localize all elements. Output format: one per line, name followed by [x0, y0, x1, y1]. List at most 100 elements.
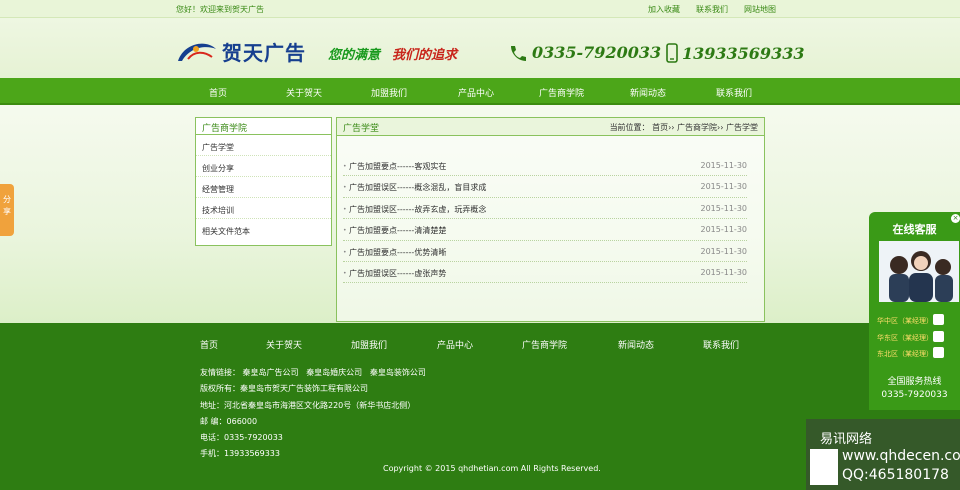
bullet-icon: •: [343, 205, 347, 213]
article-title[interactable]: 广告加盟误区------虚张声势: [349, 268, 446, 279]
sidebar: 广告商学院 广告学堂 创业分享 经营管理 技术培训 相关文件范本: [195, 117, 332, 246]
article-date: 2015-11-30: [700, 267, 748, 277]
article-title[interactable]: 广告加盟要点------客观实在: [349, 161, 446, 172]
top-bar: 您好！欢迎来到贺天广告 加入收藏 联系我们 网站地图: [0, 0, 960, 18]
watermark-qq: QQ:465180178: [842, 467, 949, 483]
footer-nav-academy[interactable]: 广告商学院: [522, 338, 567, 351]
article-title[interactable]: 广告加盟要点------优势清晰: [349, 247, 446, 258]
list-item[interactable]: • 广告加盟要点------优势清晰 2015-11-30: [343, 241, 747, 262]
mobile: 手机：13933569333: [200, 449, 280, 458]
footer-nav-about[interactable]: 关于贺天: [266, 338, 302, 351]
main-nav: 首页 关于贺天 加盟我们 产品中心 广告商学院 新闻动态 联系我们: [0, 78, 960, 105]
sidebar-title: 广告商学院: [196, 118, 331, 135]
contact-link[interactable]: 联系我们: [696, 4, 728, 15]
article-date: 2015-11-30: [700, 161, 748, 170]
nav-academy[interactable]: 广告商学院: [539, 86, 584, 99]
address: 地址：河北省秦皇岛市海港区文化路220号（新华书店北侧）: [200, 401, 416, 410]
bullet-icon: •: [343, 163, 347, 170]
slogan: 您的满意 我们的追求: [328, 44, 457, 63]
copyright: Copyright © 2015 qhdhetian.com All Right…: [383, 464, 601, 473]
sitemap-link[interactable]: 网站地图: [744, 4, 776, 15]
nav-about[interactable]: 关于贺天: [286, 86, 322, 99]
list-item[interactable]: • 广告加盟要点------清清楚楚 2015-11-30: [343, 219, 747, 241]
article-date: 2015-11-30: [700, 203, 748, 213]
sidebar-item-ad-class[interactable]: 广告学堂: [196, 135, 331, 156]
slogan-part-2: 我们的追求: [392, 48, 458, 63]
sidebar-item-templates[interactable]: 相关文件范本: [196, 219, 331, 240]
nav-news[interactable]: 新闻动态: [630, 86, 666, 99]
bullet-icon: •: [343, 227, 347, 235]
list-item[interactable]: • 广告加盟误区------故弄玄虚，玩弄概念 2015-11-30: [343, 198, 748, 220]
bullet-icon: •: [343, 184, 347, 192]
service-item-label: 东北区（某经理）: [877, 350, 933, 358]
nav-home[interactable]: 首页: [209, 86, 227, 99]
welcome-text: 您好！欢迎来到贺天广告: [176, 5, 264, 14]
bullet-icon: •: [343, 269, 347, 277]
header: 贺天广告 您的满意 我们的追求 0335-7920033 13933569333: [0, 18, 960, 78]
service-item-northeast[interactable]: 东北区（某经理）: [877, 347, 944, 359]
phone-number: 0335-7920033: [532, 43, 662, 62]
watermark: 易讯网络 www.qhdecen.com QQ:465180178: [806, 419, 960, 490]
qq-icon[interactable]: [933, 314, 944, 325]
list-item[interactable]: • 广告加盟要点------客观实在 2015-11-30: [343, 155, 748, 177]
friend-link[interactable]: 秦皇岛婚庆公司: [306, 368, 362, 377]
footer-nav-join[interactable]: 加盟我们: [351, 338, 387, 351]
article-date: 2015-11-30: [700, 182, 748, 192]
article-title[interactable]: 广告加盟误区------故弄玄虚，玩弄概念: [349, 204, 486, 215]
article-title[interactable]: 广告加盟误区------概念混乱，盲目求成: [349, 182, 486, 193]
hotline-number: 0335-7920033: [881, 390, 948, 400]
friend-link[interactable]: 秦皇岛广告公司: [243, 368, 299, 377]
content-header: 广告学堂 当前位置： 首页›› 广告商学院›› 广告学堂: [337, 118, 764, 136]
logo[interactable]: 贺天广告: [176, 37, 306, 66]
article-list: • 广告加盟要点------客观实在 2015-11-30 • 广告加盟误区--…: [343, 155, 748, 284]
content-panel: 广告学堂 当前位置： 首页›› 广告商学院›› 广告学堂 • 广告加盟要点---…: [336, 117, 765, 322]
nav-contact[interactable]: 联系我们: [716, 86, 752, 99]
mobile-display: 13933569333: [666, 43, 804, 63]
service-item-central[interactable]: 华中区（某经理）: [877, 314, 944, 326]
watermark-name: 易讯网络: [820, 432, 873, 447]
friend-links-label: 友情链接：: [200, 368, 240, 377]
phone-display: 0335-7920033: [508, 43, 661, 62]
online-service-panel: 在线客服 华中区（某经理） 华东区（某经理） 东北区（某经理） 全国服务热线 0…: [869, 212, 960, 410]
mobile-number: 13933569333: [682, 43, 805, 63]
sidebar-item-startup-share[interactable]: 创业分享: [196, 156, 331, 177]
footer-nav-products[interactable]: 产品中心: [437, 338, 473, 351]
nav-products[interactable]: 产品中心: [458, 86, 494, 99]
add-favorite-link[interactable]: 加入收藏: [648, 4, 680, 15]
slogan-part-1: 您的满意: [328, 48, 381, 63]
article-title[interactable]: 广告加盟要点------清清楚楚: [349, 225, 446, 236]
hotline-label: 全国服务热线: [887, 377, 942, 387]
breadcrumb: 当前位置： 首页›› 广告商学院›› 广告学堂: [609, 123, 758, 132]
footer-nav-news[interactable]: 新闻动态: [618, 338, 654, 351]
qq-icon[interactable]: [933, 347, 944, 358]
logo-text: 贺天广告: [222, 41, 306, 65]
phone-icon: [511, 45, 526, 61]
customer-service-image-icon: [879, 241, 959, 302]
content-title: 广告学堂: [343, 124, 380, 134]
postcode: 邮 编：066000: [200, 417, 258, 426]
sidebar-item-management[interactable]: 经营管理: [196, 177, 331, 198]
service-item-east[interactable]: 华东区（某经理）: [877, 331, 944, 343]
bullet-icon: •: [343, 248, 347, 256]
watermark-url: www.qhdecen.com: [842, 448, 960, 464]
logo-mark-icon: [178, 43, 216, 61]
nav-join[interactable]: 加盟我们: [371, 86, 407, 99]
service-item-label: 华东区（某经理）: [877, 334, 933, 342]
footer-nav-contact[interactable]: 联系我们: [703, 338, 739, 351]
mobile-phone-icon: [666, 43, 678, 63]
sidebar-item-training[interactable]: 技术培训: [196, 198, 331, 219]
list-item[interactable]: • 广告加盟误区------虚张声势 2015-11-30: [343, 262, 748, 284]
telephone: 电话：0335-7920033: [200, 433, 283, 442]
close-icon[interactable]: ×: [951, 214, 960, 223]
service-hotline: 全国服务热线 0335-7920033: [869, 376, 960, 402]
qr-code-icon: [810, 449, 838, 485]
share-tab[interactable]: 分享: [0, 184, 14, 236]
qq-icon[interactable]: [933, 331, 944, 342]
list-item[interactable]: • 广告加盟误区------概念混乱，盲目求成 2015-11-30: [343, 176, 748, 198]
service-item-label: 华中区（某经理）: [877, 317, 933, 325]
top-links: 加入收藏 联系我们 网站地图: [648, 4, 776, 15]
share-label: 分享: [3, 195, 11, 216]
copyright-owner: 版权所有：秦皇岛市贺天广告装饰工程有限公司: [200, 384, 368, 393]
footer-nav-home[interactable]: 首页: [200, 338, 218, 351]
friend-link[interactable]: 秦皇岛装饰公司: [370, 368, 426, 377]
